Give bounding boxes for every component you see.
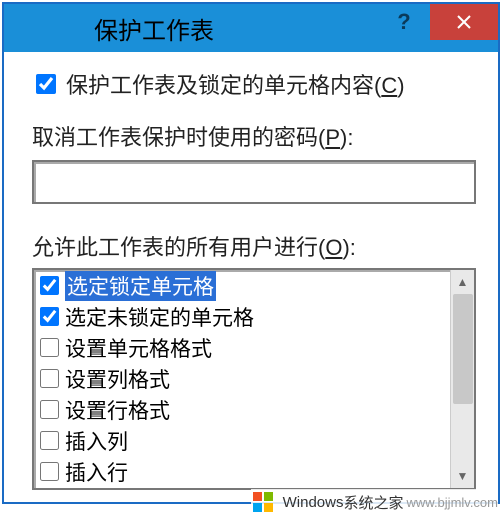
permission-item[interactable]: 设置行格式 [34, 394, 450, 425]
protect-row: 保护工作表及锁定的单元格内容(C) [32, 68, 476, 100]
permission-checkbox[interactable] [40, 462, 59, 481]
scroll-track[interactable] [451, 294, 474, 464]
permission-checkbox[interactable] [40, 431, 59, 450]
permission-label: 设置行格式 [65, 395, 170, 425]
permission-checkbox[interactable] [40, 400, 59, 419]
protect-label: 保护工作表及锁定的单元格内容(C) [66, 68, 405, 100]
watermark-sub1: 系统之家 [343, 492, 403, 513]
permission-item[interactable]: 选定未锁定的单元格 [34, 301, 450, 332]
permission-label: 选定锁定单元格 [65, 271, 216, 301]
scroll-down-arrow[interactable]: ▼ [451, 464, 474, 488]
watermark: Windows 系统之家 www.bjjmlv.com [251, 489, 498, 515]
permission-label: 选定未锁定的单元格 [65, 302, 254, 332]
permission-item[interactable]: 选定锁定单元格 [34, 270, 450, 301]
permission-checkbox[interactable] [40, 276, 59, 295]
help-button[interactable]: ? [378, 4, 430, 40]
permission-checkbox[interactable] [40, 338, 59, 357]
windows-logo-icon [251, 489, 277, 515]
permission-item[interactable]: 插入列 [34, 425, 450, 456]
permission-label: 设置单元格格式 [65, 333, 212, 363]
permission-item[interactable]: 设置单元格格式 [34, 332, 450, 363]
permission-label: 插入行 [65, 457, 128, 487]
protect-checkbox[interactable] [36, 74, 56, 94]
close-button[interactable] [430, 4, 498, 40]
password-label: 取消工作表保护时使用的密码(P): [32, 120, 476, 152]
permission-checkbox[interactable] [40, 369, 59, 388]
scroll-thumb[interactable] [453, 294, 473, 404]
permission-item[interactable]: 插入行 [34, 456, 450, 487]
permission-checkbox[interactable] [40, 307, 59, 326]
scrollbar[interactable]: ▲ ▼ [450, 270, 474, 488]
watermark-brand: Windows [283, 494, 344, 511]
permission-label: 插入列 [65, 426, 128, 456]
watermark-sub2: www.bjjmlv.com [407, 495, 499, 510]
allow-label: 允许此工作表的所有用户进行(O): [32, 230, 476, 262]
password-input[interactable] [32, 160, 476, 204]
permissions-listbox[interactable]: 选定锁定单元格选定未锁定的单元格设置单元格格式设置列格式设置行格式插入列插入行 … [32, 268, 476, 490]
titlebar: 保护工作表 ? [4, 4, 498, 52]
permission-label: 设置列格式 [65, 364, 170, 394]
protect-sheet-dialog: 保护工作表 ? 保护工作表及锁定的单元格内容(C) 取消工作表保护时使用的密码(… [2, 2, 500, 504]
dialog-title: 保护工作表 [94, 11, 214, 46]
permissions-items: 选定锁定单元格选定未锁定的单元格设置单元格格式设置列格式设置行格式插入列插入行 [34, 270, 450, 488]
close-icon [456, 14, 472, 30]
scroll-up-arrow[interactable]: ▲ [451, 270, 474, 294]
dialog-content: 保护工作表及锁定的单元格内容(C) 取消工作表保护时使用的密码(P): 允许此工… [4, 52, 498, 502]
permission-item[interactable]: 设置列格式 [34, 363, 450, 394]
